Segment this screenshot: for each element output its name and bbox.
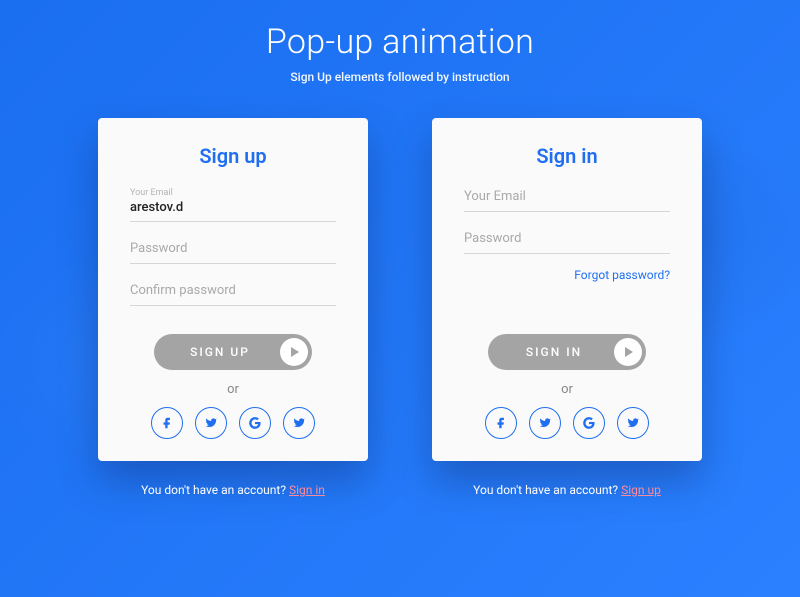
signup-title: Sign up — [130, 144, 336, 168]
email-placeholder: Your Email — [464, 188, 670, 206]
confirm-placeholder: Confirm password — [130, 282, 336, 300]
facebook-icon[interactable] — [151, 407, 183, 439]
signup-footer: You don't have an account? Sign in — [98, 483, 368, 497]
email-value: arestov.d — [130, 199, 336, 217]
page-header: Pop-up animation Sign Up elements follow… — [0, 0, 800, 84]
signup-button-label: SIGN UP — [190, 345, 250, 359]
signup-card: Sign up Your Email arestov.d Password Co… — [98, 118, 368, 461]
social-row — [464, 407, 670, 439]
password-placeholder: Password — [464, 230, 670, 248]
twitter-icon[interactable] — [195, 407, 227, 439]
signin-title: Sign in — [464, 144, 670, 168]
play-icon — [280, 338, 308, 366]
password-field[interactable]: Password — [130, 240, 336, 264]
play-icon — [614, 338, 642, 366]
cards-row: Sign up Your Email arestov.d Password Co… — [0, 118, 800, 461]
signup-button[interactable]: SIGN UP — [154, 334, 312, 370]
google-icon[interactable] — [573, 407, 605, 439]
page-subtitle: Sign Up elements followed by instruction — [0, 70, 800, 84]
signin-card: Sign in Your Email Password Forgot passw… — [432, 118, 702, 461]
or-divider: or — [464, 382, 670, 397]
google-icon[interactable] — [239, 407, 271, 439]
signin-footer: You don't have an account? Sign up — [432, 483, 702, 497]
switch-to-signup-link[interactable]: Sign up — [621, 483, 661, 497]
page-title: Pop-up animation — [0, 22, 800, 62]
twitter-icon[interactable] — [529, 407, 561, 439]
email-field[interactable]: Your Email — [464, 188, 670, 212]
password-placeholder: Password — [130, 240, 336, 258]
email-field[interactable]: Your Email arestov.d — [130, 188, 336, 222]
footers-row: You don't have an account? Sign in You d… — [0, 483, 800, 497]
twitter-icon[interactable] — [283, 407, 315, 439]
or-divider: or — [130, 382, 336, 397]
signin-button[interactable]: SIGN IN — [488, 334, 646, 370]
email-label: Your Email — [130, 188, 336, 198]
social-row — [130, 407, 336, 439]
footer-prefix: You don't have an account? — [473, 483, 621, 497]
signin-button-label: SIGN IN — [526, 345, 582, 359]
confirm-password-field[interactable]: Confirm password — [130, 282, 336, 306]
password-field[interactable]: Password — [464, 230, 670, 254]
footer-prefix: You don't have an account? — [141, 483, 289, 497]
switch-to-signin-link[interactable]: Sign in — [289, 483, 325, 497]
twitter-icon[interactable] — [617, 407, 649, 439]
forgot-password-link[interactable]: Forgot password? — [464, 268, 670, 282]
facebook-icon[interactable] — [485, 407, 517, 439]
